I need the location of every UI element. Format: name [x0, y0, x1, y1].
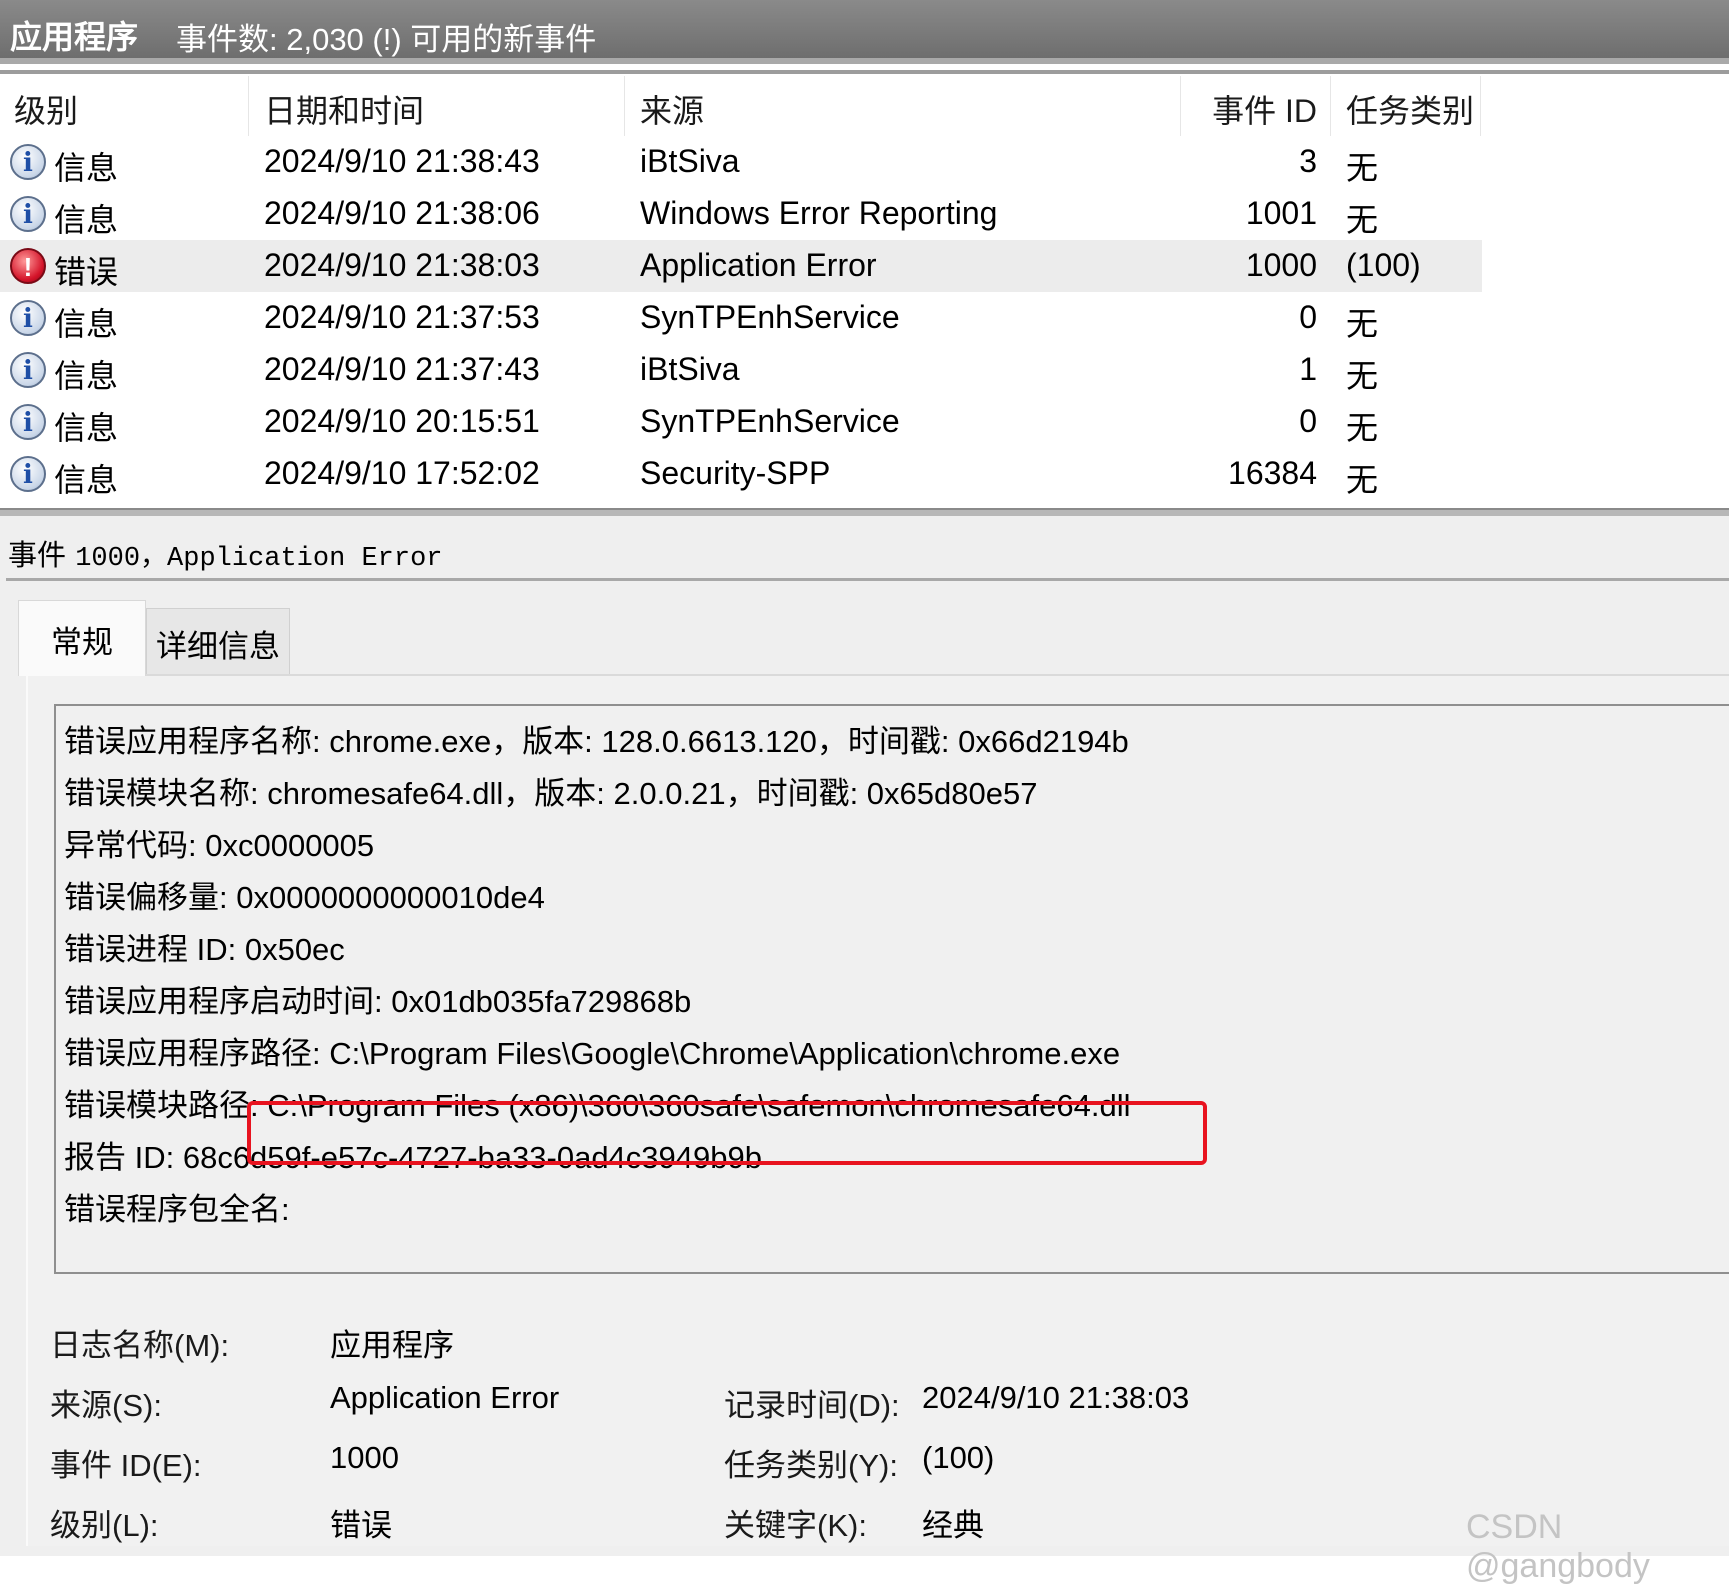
- log-title: 应用程序: [10, 19, 139, 55]
- detail-title-text: 1000，Application Error: [75, 544, 443, 574]
- row-level: 信息: [54, 410, 119, 446]
- row-event-id: 0: [1299, 299, 1317, 335]
- event-row-selected[interactable]: ! 错误 2024/9/10 21:38:03 Application Erro…: [0, 240, 1482, 292]
- watermark: CSDN @gangbody: [1466, 1508, 1650, 1585]
- log-header-bar: 应用程序 事件数: 2,030 (!) 可用的新事件: [0, 0, 1729, 64]
- row-task: 无: [1346, 150, 1379, 186]
- tab-details[interactable]: 详细信息: [146, 608, 290, 674]
- description-line: 错误应用程序启动时间: 0x01db035fa729868b: [64, 984, 692, 1019]
- pane-splitter[interactable]: [0, 508, 1729, 516]
- header-divider: [0, 70, 1729, 74]
- row-task: 无: [1346, 358, 1379, 394]
- event-row[interactable]: i 信息 2024/9/10 21:37:53 SynTPEnhService …: [0, 292, 1482, 344]
- column-header-row: 级别 日期和时间 来源 事件 ID 任务类别: [0, 76, 1729, 136]
- row-datetime: 2024/9/10 21:37:53: [264, 299, 540, 335]
- description-line: 错误模块名称: chromesafe64.dll，版本: 2.0.0.21，时间…: [64, 776, 1038, 811]
- row-datetime: 2024/9/10 21:38:06: [264, 195, 540, 231]
- row-source: Security-SPP: [640, 455, 831, 491]
- column-divider[interactable]: [1330, 76, 1331, 136]
- event-list[interactable]: 级别 日期和时间 来源 事件 ID 任务类别 i 信息 2024/9/10 21…: [0, 76, 1729, 508]
- event-row[interactable]: i 信息 2024/9/10 21:37:43 iBtSiva 1 无: [0, 344, 1482, 396]
- description-line: 异常代码: 0xc0000005: [64, 828, 375, 863]
- detail-title-prefix: 事件: [8, 538, 67, 572]
- column-header-source[interactable]: 来源: [640, 86, 704, 132]
- row-source: Windows Error Reporting: [640, 195, 998, 231]
- row-event-id: 1001: [1245, 195, 1317, 231]
- log-name-label: 日志名称(M):: [50, 1328, 230, 1363]
- event-count-text: 事件数: 2,030 (!) 可用的新事件: [176, 22, 597, 57]
- detail-title: 事件 1000，Application Error: [8, 532, 443, 574]
- logged-label: 记录时间(D):: [724, 1388, 900, 1423]
- row-datetime: 2024/9/10 17:52:02: [264, 455, 540, 491]
- highlight-annotation-box: [247, 1101, 1207, 1165]
- column-header-level[interactable]: 级别: [14, 86, 78, 132]
- row-source: Application Error: [640, 247, 877, 283]
- column-header-datetime[interactable]: 日期和时间: [264, 86, 424, 132]
- row-event-id: 16384: [1228, 455, 1317, 491]
- source-value[interactable]: Application Error: [330, 1380, 559, 1416]
- row-level: 信息: [54, 306, 119, 342]
- column-header-event-id[interactable]: 事件 ID: [1180, 86, 1317, 132]
- column-divider[interactable]: [624, 76, 625, 136]
- keywords-label: 关键字(K):: [724, 1508, 867, 1543]
- row-datetime: 2024/9/10 21:38:43: [264, 143, 540, 179]
- row-task: (100): [1346, 247, 1421, 283]
- info-icon: i: [10, 352, 46, 388]
- error-icon: !: [10, 248, 46, 284]
- row-level: 信息: [54, 358, 119, 394]
- column-divider[interactable]: [1480, 76, 1481, 136]
- row-event-id: 3: [1299, 143, 1317, 179]
- row-task: 无: [1346, 462, 1379, 498]
- row-datetime: 2024/9/10 21:37:43: [264, 351, 540, 387]
- description-line: 错误进程 ID: 0x50ec: [64, 932, 345, 967]
- event-row[interactable]: i 信息 2024/9/10 17:52:02 Security-SPP 163…: [0, 448, 1482, 500]
- row-event-id: 0: [1299, 403, 1317, 439]
- keywords-value[interactable]: 经典: [922, 1500, 984, 1545]
- event-id-value[interactable]: 1000: [330, 1440, 399, 1476]
- row-level: 错误: [54, 254, 119, 290]
- row-source: SynTPEnhService: [640, 299, 900, 335]
- description-line: 错误偏移量: 0x0000000000010de4: [64, 880, 545, 915]
- level-label: 级别(L):: [50, 1508, 159, 1543]
- column-divider[interactable]: [248, 76, 249, 136]
- description-line: 错误应用程序名称: chrome.exe，版本: 128.0.6613.120，…: [64, 724, 1129, 759]
- event-description-box[interactable]: 错误应用程序名称: chrome.exe，版本: 128.0.6613.120，…: [54, 704, 1729, 1274]
- row-datetime: 2024/9/10 21:38:03: [264, 247, 540, 283]
- info-icon: i: [10, 144, 46, 180]
- row-source: iBtSiva: [640, 351, 740, 387]
- info-icon: i: [10, 196, 46, 232]
- row-source: SynTPEnhService: [640, 403, 900, 439]
- info-icon: i: [10, 300, 46, 336]
- info-icon: i: [10, 404, 46, 440]
- detail-divider: [6, 578, 1729, 581]
- row-level: 信息: [54, 150, 119, 186]
- info-icon: i: [10, 456, 46, 492]
- row-task: 无: [1346, 410, 1379, 446]
- event-row[interactable]: i 信息 2024/9/10 20:15:51 SynTPEnhService …: [0, 396, 1482, 448]
- event-row[interactable]: i 信息 2024/9/10 21:38:06 Windows Error Re…: [0, 188, 1482, 240]
- log-name-value[interactable]: 应用程序: [330, 1320, 454, 1365]
- description-line: 错误应用程序路径: C:\Program Files\Google\Chrome…: [64, 1036, 1121, 1071]
- row-datetime: 2024/9/10 20:15:51: [264, 403, 540, 439]
- task-label: 任务类别(Y):: [724, 1448, 898, 1483]
- row-event-id: 1000: [1245, 247, 1317, 283]
- source-label: 来源(S):: [50, 1388, 162, 1423]
- column-header-task[interactable]: 任务类别: [1346, 86, 1474, 132]
- row-source: iBtSiva: [640, 143, 740, 179]
- description-line: 错误程序包全名:: [64, 1192, 290, 1227]
- logged-value[interactable]: 2024/9/10 21:38:03: [922, 1380, 1189, 1416]
- tab-general[interactable]: 常规: [18, 600, 146, 676]
- row-task: 无: [1346, 306, 1379, 342]
- row-event-id: 1: [1299, 351, 1317, 387]
- row-task: 无: [1346, 202, 1379, 238]
- level-value[interactable]: 错误: [330, 1500, 392, 1545]
- row-level: 信息: [54, 202, 119, 238]
- row-level: 信息: [54, 462, 119, 498]
- task-value[interactable]: (100): [922, 1440, 994, 1476]
- event-row[interactable]: i 信息 2024/9/10 21:38:43 iBtSiva 3 无: [0, 136, 1482, 188]
- event-id-label: 事件 ID(E):: [50, 1448, 202, 1483]
